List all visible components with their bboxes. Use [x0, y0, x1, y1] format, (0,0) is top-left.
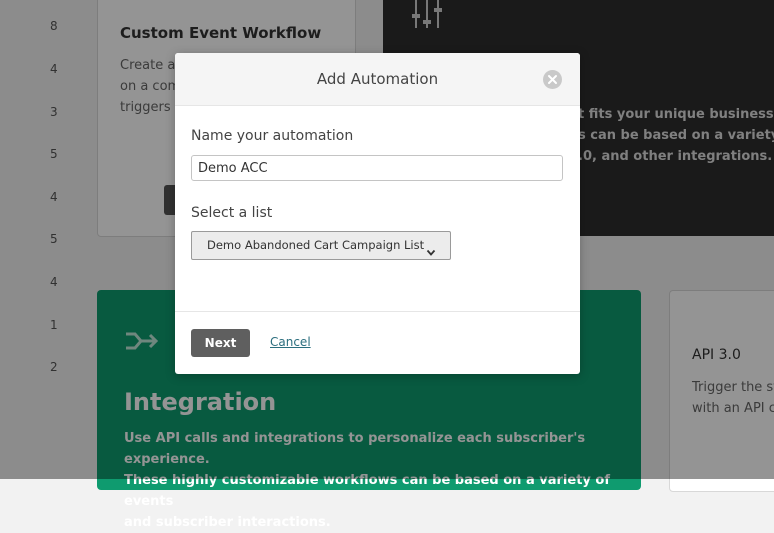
- next-button[interactable]: Next: [191, 329, 250, 357]
- automation-name-input[interactable]: [191, 155, 563, 181]
- add-automation-dialog: Add Automation Name your automation Sele…: [175, 53, 580, 374]
- list-select-value: Demo Abandoned Cart Campaign List: [207, 238, 425, 252]
- list-select-dropdown[interactable]: Demo Abandoned Cart Campaign List: [191, 231, 451, 260]
- desc-line: and subscriber interactions.: [124, 515, 331, 530]
- list-field-label: Select a list: [191, 205, 273, 221]
- close-icon: [548, 75, 557, 84]
- cancel-link[interactable]: Cancel: [270, 335, 311, 349]
- dialog-header: Add Automation: [175, 53, 580, 106]
- dialog-footer: Next Cancel: [175, 311, 580, 374]
- chevron-down-icon: [426, 242, 436, 261]
- dialog-title: Add Automation: [316, 70, 439, 88]
- close-button[interactable]: [543, 70, 562, 89]
- name-field-label: Name your automation: [191, 128, 354, 144]
